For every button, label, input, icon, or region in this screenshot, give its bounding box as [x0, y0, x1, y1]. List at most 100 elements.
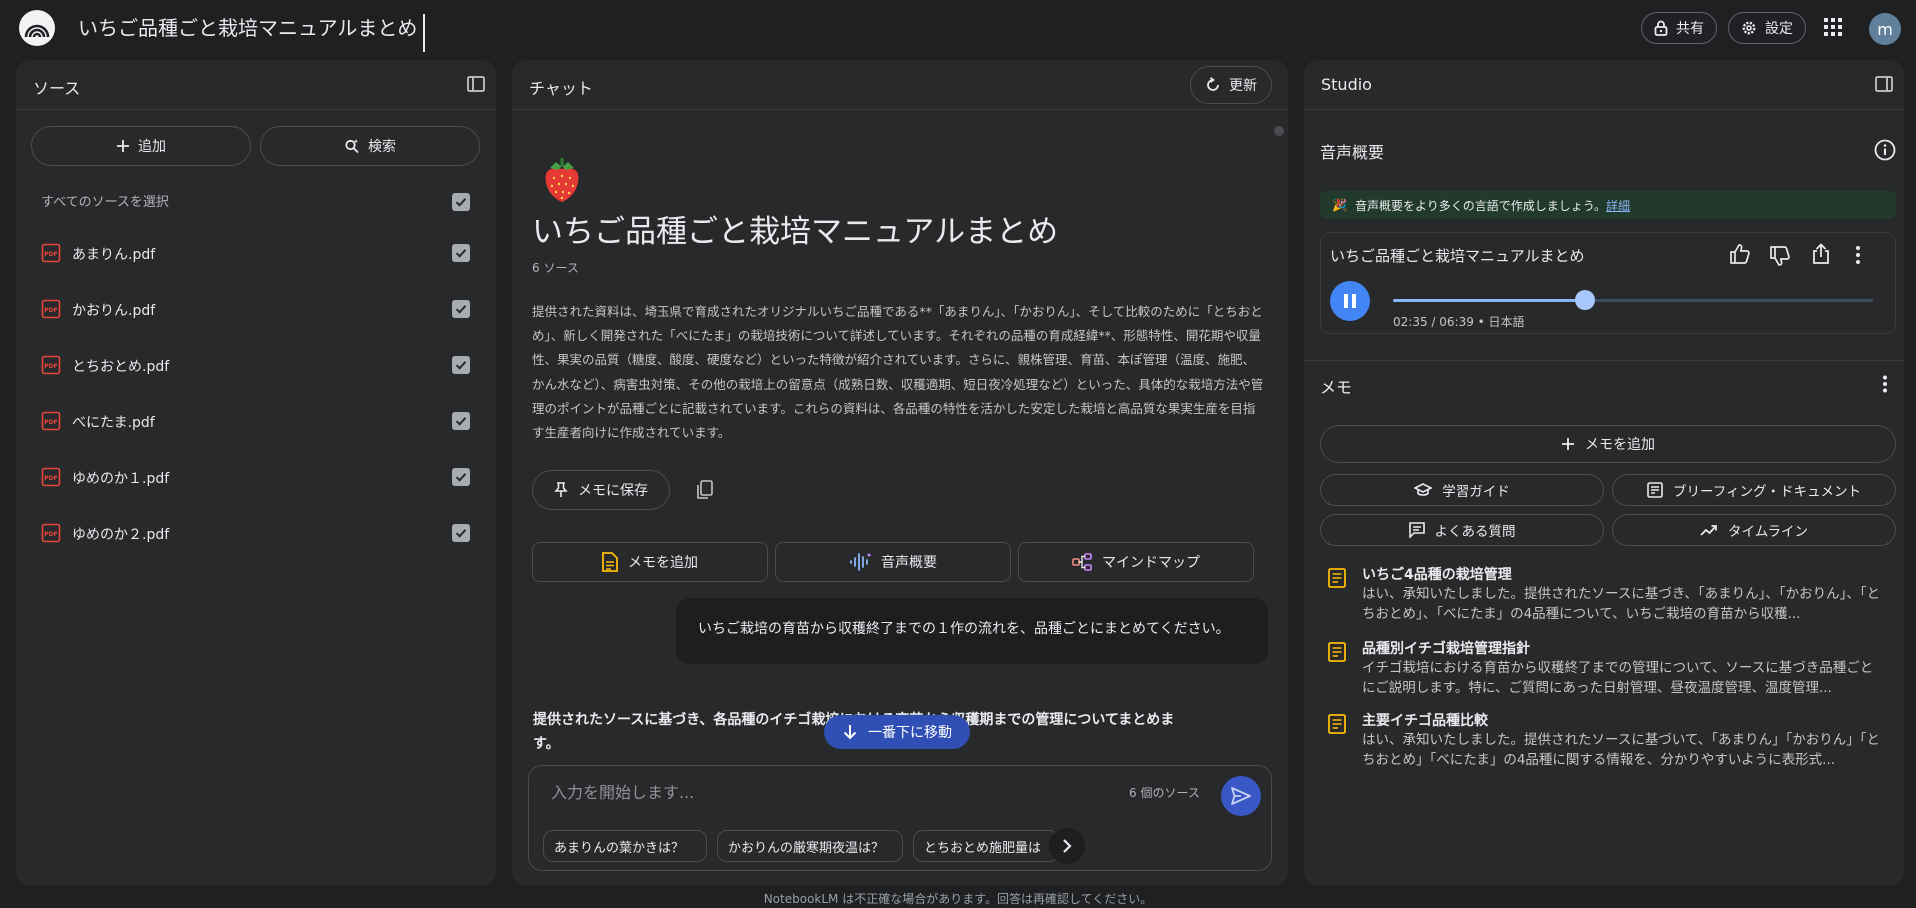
source-name: ゆめのか１.pdf [72, 471, 170, 487]
memo-body: イチゴ栽培における育苗から収穫終了までの管理について、ソースに基づき品種ごとにご… [1362, 660, 1874, 696]
source-checkbox[interactable] [452, 356, 470, 374]
source-name: とちおとめ.pdf [72, 359, 170, 375]
banner-text: 音声概要をより多くの言語で作成しましょう。 [1354, 198, 1606, 213]
faq-button[interactable]: よくある質問 [1320, 514, 1604, 546]
add-source-label: 追加 [138, 139, 166, 155]
refresh-button[interactable]: 更新 [1190, 66, 1272, 104]
language-banner: 🎉 音声概要をより多くの言語で作成しましょう。詳細 [1320, 191, 1896, 219]
mindmap-label: マインドマップ [1102, 555, 1200, 571]
study-guide-button[interactable]: 学習ガイド [1320, 474, 1604, 506]
collapse-panel-icon[interactable] [1874, 74, 1894, 94]
source-item[interactable]: PDF かおりん.pdf [16, 299, 496, 355]
audio-overview-title: 音声概要 [1320, 143, 1385, 162]
footer-disclaimer: NotebookLM は不正確な場合があります。回答は再確認してください。 [763, 892, 1153, 906]
source-checkbox[interactable] [452, 300, 470, 318]
memo-title: 主要イチゴ品種比較 [1362, 713, 1488, 729]
source-item[interactable]: PDF べにたま.pdf [16, 411, 496, 467]
notebook-heading: いちご品種ごと栽培マニュアルまとめ [532, 214, 1059, 250]
sources-panel: ソース 追加 検索 すべてのソースを選択 PDF あまりん.pdf PDF かおりん.… [16, 60, 496, 886]
refresh-label: 更新 [1229, 78, 1257, 94]
source-checkbox[interactable] [452, 412, 470, 430]
notebook-summary: 提供された資料は、埼玉県で育成されたオリジナルいちご品種である**「あまりん」、… [532, 304, 1264, 441]
suggestions-next-button[interactable] [1049, 828, 1085, 864]
thumbs-up-icon[interactable] [1729, 243, 1751, 265]
memo-item[interactable]: 品種別イチゴ栽培管理指針イチゴ栽培における育苗から収穫終了までの管理について、ソ… [1320, 638, 1880, 700]
pdf-icon: PDF [41, 411, 61, 431]
source-item[interactable]: PDF とちおとめ.pdf [16, 355, 496, 411]
source-checkbox[interactable] [452, 244, 470, 262]
settings-button[interactable]: 設定 [1728, 12, 1806, 44]
banner-details-link[interactable]: 詳細 [1606, 199, 1630, 213]
briefing-document-button[interactable]: ブリーフィング・ドキュメント [1612, 474, 1896, 506]
memo-section-title: メモ [1320, 378, 1353, 397]
studio-panel: Studio 音声概要 🎉 音声概要をより多くの言語で作成しましょう。詳細 いち… [1304, 60, 1904, 886]
audio-overview-label: 音声概要 [881, 555, 937, 571]
audio-overview-button[interactable]: 音声概要 [775, 542, 1011, 582]
pause-button[interactable] [1330, 281, 1370, 321]
scroll-to-bottom-button[interactable]: 一番下に移動 [824, 715, 970, 749]
notebook-title[interactable]: いちご品種ごと栽培マニュアルまとめ [78, 14, 426, 52]
user-message: いちご栽培の育苗から収穫終了までの１作の流れを、品種ごとにまとめてください。 [676, 598, 1268, 664]
suggestion-chip[interactable]: かおりんの厳寒期夜温は？ [717, 830, 903, 862]
pdf-icon: PDF [41, 299, 61, 319]
share-button[interactable]: 共有 [1641, 12, 1717, 44]
party-emoji: 🎉 [1332, 198, 1347, 212]
audio-progress-track[interactable] [1393, 290, 1873, 310]
more-vert-icon[interactable] [1882, 375, 1888, 393]
memo-document-icon [1328, 714, 1346, 734]
send-icon [1231, 787, 1251, 805]
source-name: かおりん.pdf [72, 303, 156, 319]
mindmap-button[interactable]: マインドマップ [1018, 542, 1254, 582]
select-all-checkbox[interactable] [452, 193, 470, 211]
chat-bubble-icon [1408, 522, 1425, 538]
memo-item[interactable]: 主要イチゴ品種比較 はい、承知いたしました。提供されたソースに基づいて、「あまりん… [1320, 710, 1880, 772]
document-icon [1647, 482, 1663, 498]
chevron-right-icon [1062, 839, 1072, 853]
source-item[interactable]: PDF ゆめのか１.pdf [16, 467, 496, 523]
source-item[interactable]: PDF ゆめのか２.pdf [16, 523, 496, 579]
studio-header: Studio [1304, 60, 1904, 110]
pause-icon [1343, 293, 1357, 309]
apps-grid-icon[interactable] [1824, 18, 1842, 36]
gear-icon [1741, 20, 1757, 36]
search-source-button[interactable]: 検索 [260, 126, 480, 166]
source-checkbox[interactable] [452, 468, 470, 486]
trending-up-icon [1700, 524, 1718, 536]
more-vert-icon[interactable] [1855, 245, 1861, 265]
audio-progress-thumb[interactable] [1575, 290, 1595, 310]
send-button[interactable] [1221, 776, 1261, 816]
pdf-icon: PDF [41, 467, 61, 487]
thumbs-down-icon[interactable] [1769, 245, 1791, 267]
source-item[interactable]: PDF あまりん.pdf [16, 243, 496, 299]
source-name: べにたま.pdf [72, 415, 155, 431]
memo-document-icon [1328, 568, 1346, 588]
add-memo-button[interactable]: メモを追加 [532, 542, 768, 582]
timeline-button[interactable]: タイムライン [1612, 514, 1896, 546]
svg-text:PDF: PDF [44, 363, 57, 370]
add-memo-button[interactable]: メモを追加 [1320, 425, 1896, 463]
share-label: 共有 [1676, 21, 1704, 37]
chat-input[interactable] [551, 780, 1111, 804]
info-icon[interactable] [1874, 139, 1896, 161]
suggestion-chip[interactable]: あまりんの葉かきは？ [543, 830, 707, 862]
notebooklm-logo-icon[interactable] [19, 10, 55, 46]
graduation-cap-icon [1414, 483, 1433, 497]
avatar[interactable]: m [1869, 13, 1901, 45]
memo-item[interactable]: いちご4品種の栽培管理 はい、承知いたしました。提供されたソースに基づき、「あまり… [1320, 564, 1880, 626]
add-memo-label: メモを追加 [628, 555, 698, 571]
copy-icon[interactable] [696, 480, 714, 500]
scrollbar-thumb[interactable] [1274, 126, 1284, 136]
mindmap-icon [1072, 553, 1092, 571]
memo-title: 品種別イチゴ栽培管理指針 [1362, 641, 1530, 657]
audio-card-title: いちご品種ごと栽培マニュアルまとめ [1330, 247, 1585, 265]
collapse-panel-icon[interactable] [466, 74, 486, 94]
settings-label: 設定 [1765, 21, 1793, 37]
source-checkbox[interactable] [452, 524, 470, 542]
share-icon[interactable] [1811, 243, 1831, 265]
sources-header: ソース [16, 60, 496, 110]
save-to-memo-button[interactable]: メモに保存 [532, 470, 670, 510]
add-source-button[interactable]: 追加 [31, 126, 251, 166]
plus-icon [116, 139, 130, 153]
arrow-down-icon [842, 724, 858, 740]
suggestion-chip[interactable]: とちおとめ施肥量は [913, 830, 1059, 862]
